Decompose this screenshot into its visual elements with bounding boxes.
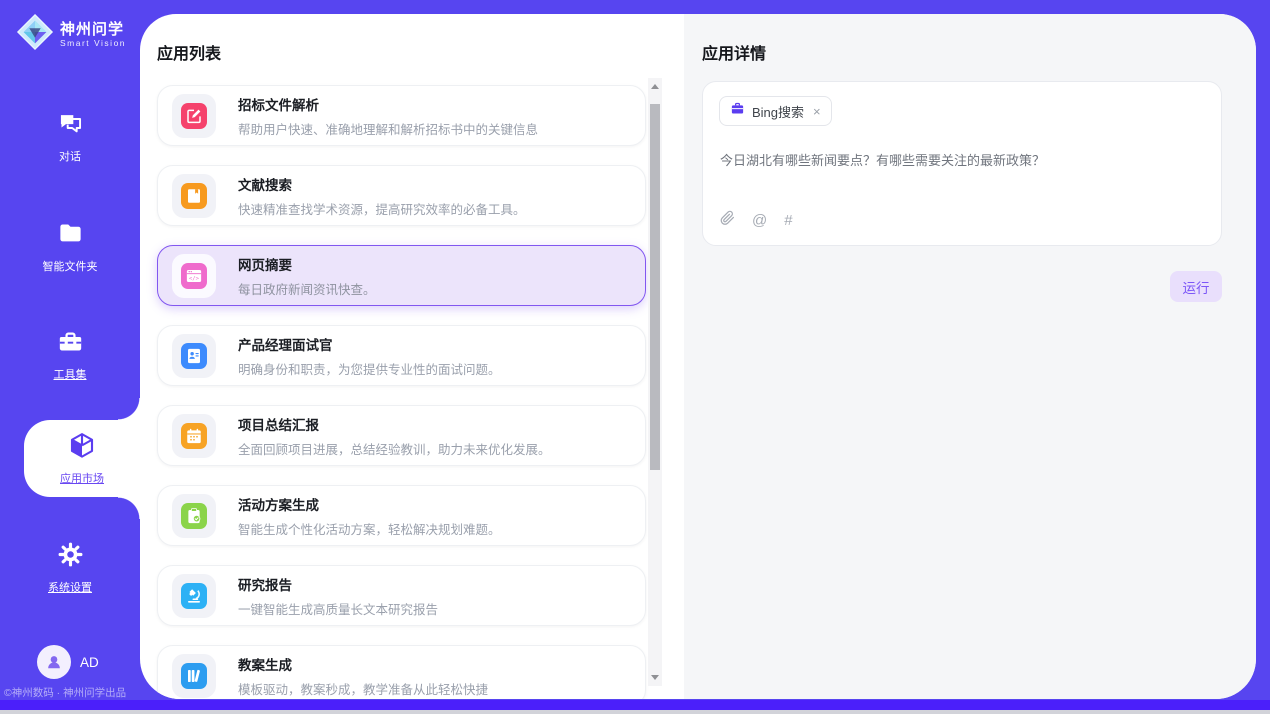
app-list-item-bid-parse[interactable]: 招标文件解析 帮助用户快速、准确地理解和解析招标书中的关键信息 [157, 85, 646, 146]
calendar-icon [181, 423, 207, 449]
app-list-item-web-summary[interactable]: </> 网页摘要 每日政府新闻资讯快查。 [157, 245, 646, 306]
user-name: AD [80, 655, 99, 670]
browser-code-icon: </> [181, 263, 207, 289]
app-icon-tile: </> [172, 254, 216, 298]
app-window: 神州问学 Smart Vision 对话 智能文件夹 [0, 0, 1270, 714]
microscope-icon [181, 583, 207, 609]
mention-icon[interactable]: @ [752, 212, 767, 229]
close-icon[interactable]: × [813, 104, 821, 119]
user-avatar-icon [37, 645, 71, 679]
sidebar-item-smart-folder[interactable]: 智能文件夹 [0, 220, 140, 274]
window-bottom-edge [0, 710, 1270, 714]
bottom-accent-bar [0, 700, 1270, 710]
app-icon-tile [172, 414, 216, 458]
app-list: 招标文件解析 帮助用户快速、准确地理解和解析招标书中的关键信息 文献搜索 快速精… [157, 85, 646, 699]
app-description: 一键智能生成高质量长文本研究报告 [238, 599, 438, 618]
app-description: 模板驱动，教案秒成，教学准备从此轻松快捷 [238, 679, 488, 698]
app-description: 帮助用户快速、准确地理解和解析招标书中的关键信息 [238, 119, 538, 138]
copyright-footer: ©神州数码 · 神州问学出品 [4, 685, 144, 700]
prompt-card: Bing搜索 × 今日湖北有哪些新闻要点？有哪些需要关注的最新政策？ @ # [702, 81, 1222, 246]
app-title: 项目总结汇报 [238, 414, 551, 434]
app-title: 招标文件解析 [238, 94, 538, 114]
main-panel: 应用详情 Bing搜索 × 今日湖北有哪些新闻要点？有哪些需要关注的最新政策？ [140, 14, 1256, 699]
user-account[interactable]: AD [37, 645, 99, 679]
app-title: 产品经理面试官 [238, 334, 501, 354]
app-detail-panel: 应用详情 Bing搜索 × 今日湖北有哪些新闻要点？有哪些需要关注的最新政策？ [684, 14, 1256, 699]
sidebar-item-label: 智能文件夹 [0, 258, 140, 274]
scroll-down-arrow-icon[interactable] [651, 675, 659, 680]
app-icon-tile [172, 494, 216, 538]
app-icon-tile [172, 94, 216, 138]
app-title: 文献搜索 [238, 174, 526, 194]
briefcase-icon [730, 101, 745, 121]
app-description: 快速精准查找学术资源，提高研究效率的必备工具。 [238, 199, 526, 218]
clipboard-check-icon [181, 503, 207, 529]
sidebar: 神州问学 Smart Vision 对话 智能文件夹 [0, 0, 140, 714]
chat-icon [57, 124, 84, 141]
cube-icon [67, 448, 97, 465]
app-title: 活动方案生成 [238, 494, 501, 514]
brand-subtitle: Smart Vision [60, 38, 126, 48]
app-description: 每日政府新闻资讯快查。 [238, 279, 376, 298]
book-icon [181, 183, 207, 209]
app-icon-tile [172, 654, 216, 698]
app-list-item-lesson-plan[interactable]: 教案生成 模板驱动，教案秒成，教学准备从此轻松快捷 [157, 645, 646, 699]
app-list-item-project-summary[interactable]: 项目总结汇报 全面回顾项目进展，总结经验教训，助力未来优化发展。 [157, 405, 646, 466]
app-description: 明确身份和职责，为您提供专业性的面试问题。 [238, 359, 501, 378]
app-icon-tile [172, 174, 216, 218]
prompt-input[interactable]: 今日湖北有哪些新闻要点？有哪些需要关注的最新政策？ [720, 152, 1205, 170]
app-title: 研究报告 [238, 574, 438, 594]
brand-logo: 神州问学 Smart Vision [16, 13, 126, 56]
list-panel-title: 应用列表 [157, 40, 221, 64]
app-title: 教案生成 [238, 654, 488, 674]
person-doc-icon [181, 343, 207, 369]
app-list-item-pm-interviewer[interactable]: 产品经理面试官 明确身份和职责，为您提供专业性的面试问题。 [157, 325, 646, 386]
diamond-logo-icon [16, 13, 54, 56]
app-description: 智能生成个性化活动方案，轻松解决规划难题。 [238, 519, 501, 538]
run-button[interactable]: 运行 [1170, 271, 1222, 302]
app-title: 网页摘要 [238, 254, 376, 274]
scrollbar-thumb[interactable] [650, 104, 660, 470]
sidebar-item-settings[interactable]: 系统设置 [0, 541, 140, 595]
app-list-item-event-plan[interactable]: 活动方案生成 智能生成个性化活动方案，轻松解决规划难题。 [157, 485, 646, 546]
tool-tag-bing-search[interactable]: Bing搜索 × [719, 96, 832, 126]
scroll-up-arrow-icon[interactable] [651, 84, 659, 89]
app-icon-tile [172, 574, 216, 618]
hash-icon[interactable]: # [784, 212, 792, 229]
sidebar-item-label: 应用市场 [24, 470, 140, 486]
sidebar-item-label: 工具集 [0, 366, 140, 382]
app-icon-tile [172, 334, 216, 378]
gear-icon [57, 555, 84, 572]
svg-text:</>: </> [189, 275, 200, 281]
sidebar-item-label: 系统设置 [0, 579, 140, 595]
sidebar-item-app-market[interactable]: 应用市场 [24, 420, 140, 497]
app-list-item-literature-search[interactable]: 文献搜索 快速精准查找学术资源，提高研究效率的必备工具。 [157, 165, 646, 226]
tool-tag-label: Bing搜索 [752, 102, 804, 121]
brand-name: 神州问学 [60, 21, 126, 38]
toolbox-icon [57, 342, 84, 359]
app-list-item-research-report[interactable]: 研究报告 一键智能生成高质量长文本研究报告 [157, 565, 646, 626]
sidebar-item-toolset[interactable]: 工具集 [0, 328, 140, 382]
paperclip-icon[interactable] [720, 210, 735, 231]
books-icon [181, 663, 207, 689]
app-description: 全面回顾项目进展，总结经验教训，助力未来优化发展。 [238, 439, 551, 458]
list-scrollbar[interactable] [648, 78, 662, 686]
input-toolbar: @ # [720, 210, 793, 231]
sidebar-item-chat[interactable]: 对话 [0, 110, 140, 164]
edit-square-icon [181, 103, 207, 129]
sidebar-item-label: 对话 [0, 148, 140, 164]
folder-icon [57, 234, 84, 251]
detail-panel-title: 应用详情 [702, 40, 766, 64]
